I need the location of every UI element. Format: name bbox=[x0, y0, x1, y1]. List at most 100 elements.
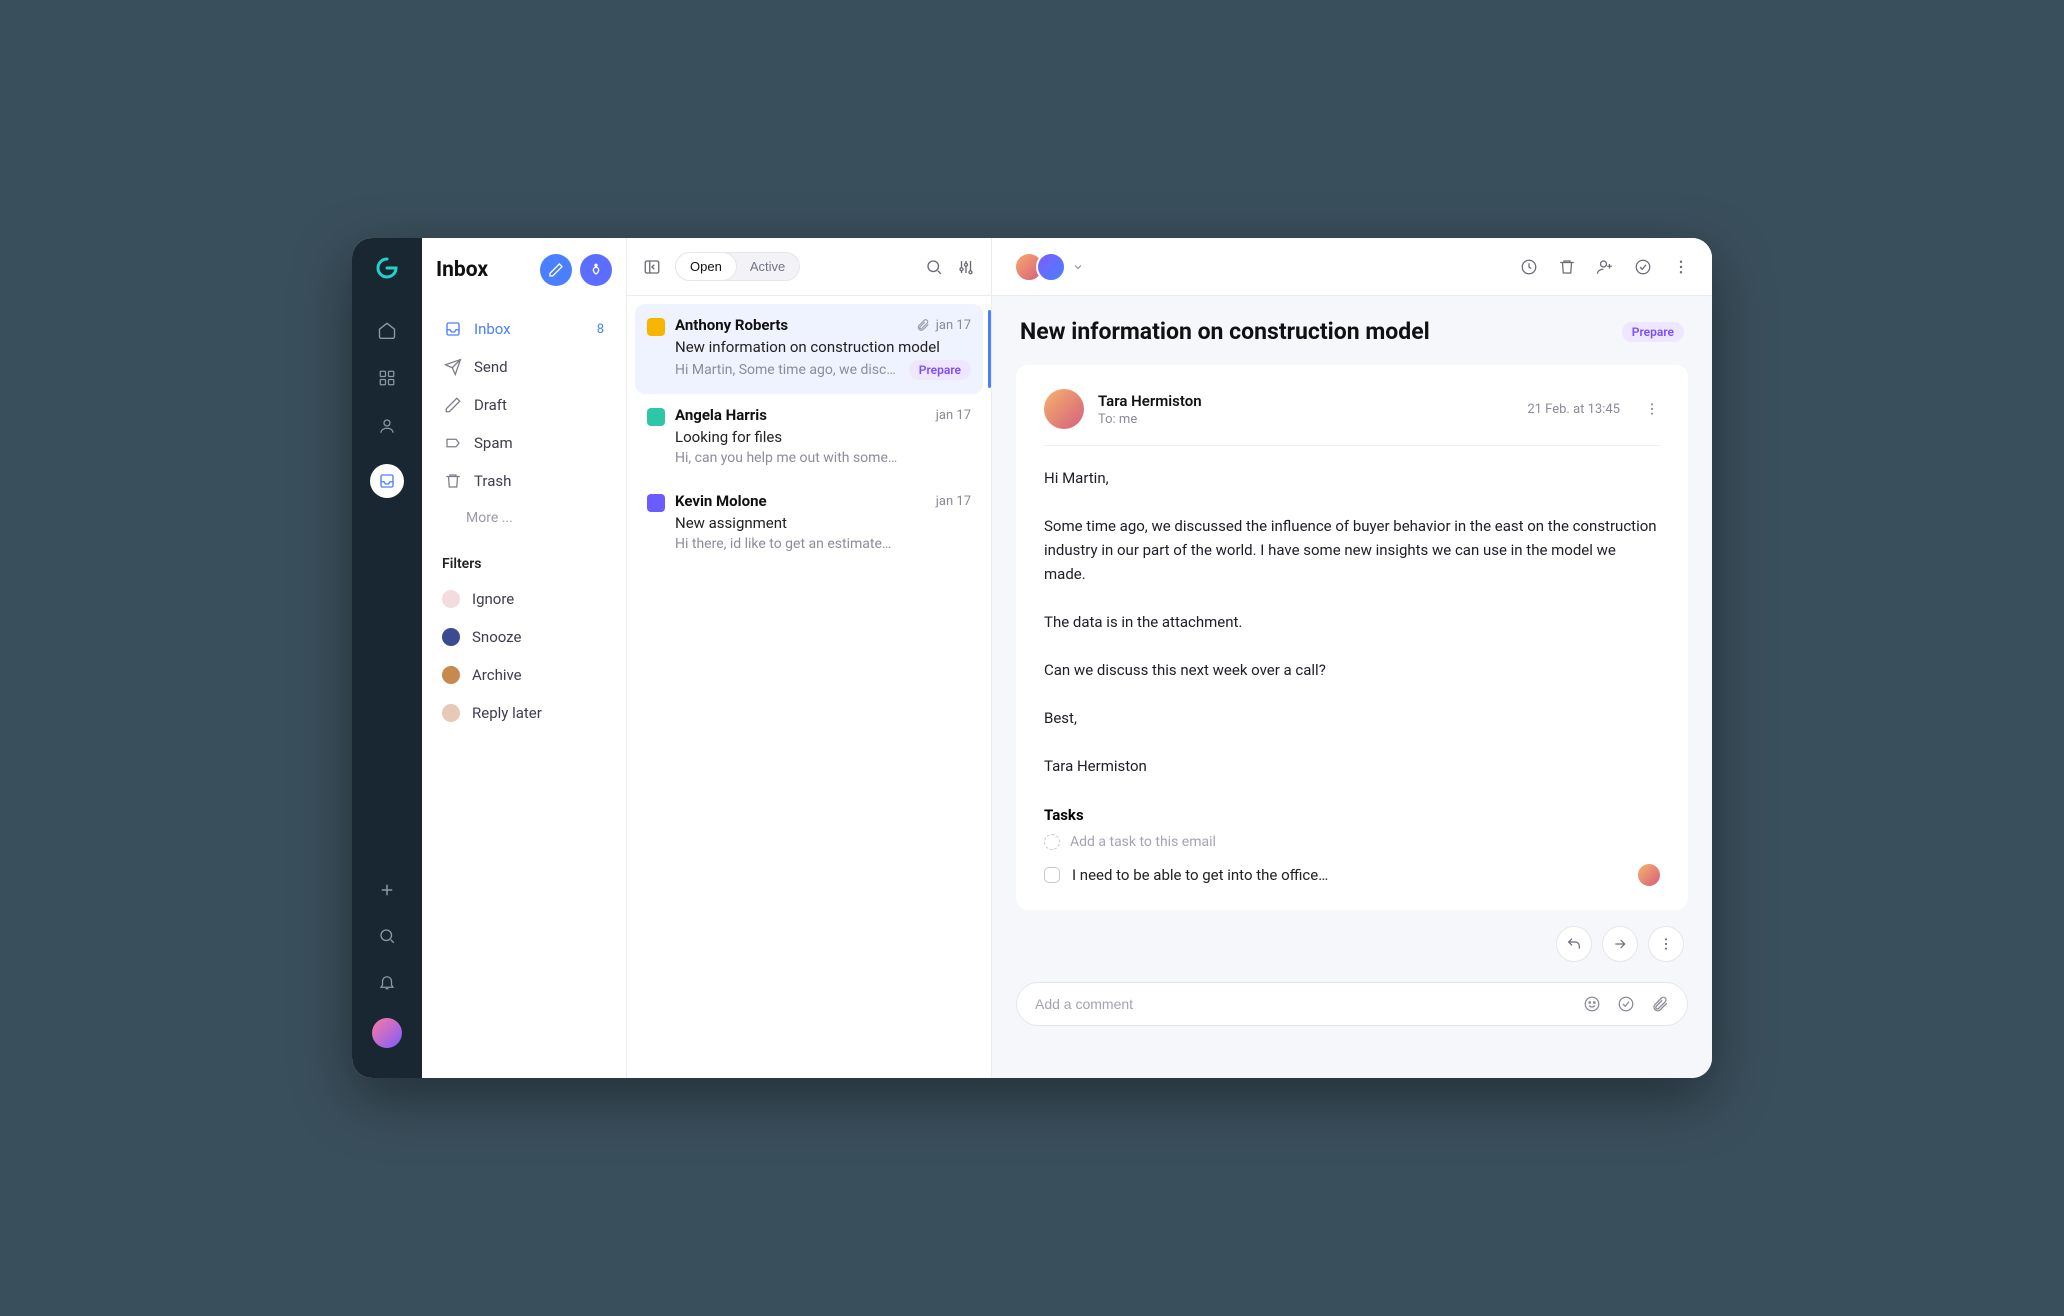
sidebar: Inbox Inbox 8 Send Draft bbox=[422, 238, 627, 1078]
inbox-icon[interactable] bbox=[370, 464, 404, 498]
add-person-icon[interactable] bbox=[1596, 258, 1614, 276]
seg-active[interactable]: Active bbox=[736, 253, 799, 280]
mark-done-icon[interactable] bbox=[1634, 258, 1652, 276]
list-search-icon[interactable] bbox=[925, 258, 943, 276]
nav-label: Send bbox=[474, 358, 508, 376]
conversation-list-column: Open Active Anthony Roberts jan 17 bbox=[627, 238, 992, 1078]
filter-label: Archive bbox=[472, 666, 522, 684]
trash-icon bbox=[444, 472, 462, 490]
reply-button[interactable] bbox=[1556, 926, 1592, 962]
task-label: I need to be able to get into the office… bbox=[1072, 866, 1328, 884]
conversation-preview: Hi there, id like to get an estimate… bbox=[675, 536, 971, 552]
nav-send[interactable]: Send bbox=[436, 350, 612, 384]
conversation-subject: New information on construction model bbox=[675, 338, 971, 356]
search-icon[interactable] bbox=[377, 926, 397, 946]
comment-bar bbox=[1016, 982, 1688, 1026]
plus-icon[interactable] bbox=[377, 880, 397, 900]
more-icon[interactable] bbox=[1672, 258, 1690, 276]
filter-label: Reply later bbox=[472, 704, 542, 722]
task-checkbox[interactable] bbox=[1044, 867, 1060, 883]
conversation-subject: Looking for files bbox=[675, 428, 971, 446]
filter-dot bbox=[442, 704, 460, 722]
delete-icon[interactable] bbox=[1558, 258, 1576, 276]
add-task-placeholder: Add a task to this email bbox=[1070, 834, 1216, 850]
add-task-icon bbox=[1044, 834, 1060, 850]
filter-snooze[interactable]: Snooze bbox=[436, 620, 612, 654]
nav-trash[interactable]: Trash bbox=[436, 464, 612, 498]
task-row[interactable]: I need to be able to get into the office… bbox=[1044, 864, 1660, 886]
nav-count: 8 bbox=[597, 322, 604, 337]
nav-draft[interactable]: Draft bbox=[436, 388, 612, 422]
list-toolbar: Open Active bbox=[627, 238, 991, 296]
chevron-down-icon bbox=[1072, 261, 1084, 273]
filter-dot bbox=[442, 628, 460, 646]
quick-action-button[interactable] bbox=[580, 254, 612, 286]
conversation-tag: Prepare bbox=[909, 360, 971, 380]
from-avatar bbox=[1044, 389, 1084, 429]
send-icon bbox=[444, 358, 462, 376]
seg-open[interactable]: Open bbox=[676, 253, 736, 280]
conversation-sender: Kevin Molone bbox=[675, 492, 930, 510]
attach-icon[interactable] bbox=[1651, 995, 1669, 1013]
filter-label: Ignore bbox=[472, 590, 514, 608]
conversation-date: jan 17 bbox=[936, 494, 971, 509]
profile-icon[interactable] bbox=[377, 416, 397, 436]
action-more-button[interactable] bbox=[1648, 926, 1684, 962]
conversation-item[interactable]: Angela Harris jan 17 Looking for files H… bbox=[635, 394, 983, 480]
nav-more[interactable]: More ... bbox=[436, 502, 612, 534]
folder-nav: Inbox 8 Send Draft Spam Trash More ... bbox=[436, 312, 612, 534]
app-logo bbox=[375, 256, 399, 280]
conversation-item[interactable]: Kevin Molone jan 17 New assignment Hi th… bbox=[635, 480, 983, 566]
email-body: Hi Martin, Some time ago, we discussed t… bbox=[1044, 446, 1660, 784]
clock-icon[interactable] bbox=[1520, 258, 1538, 276]
emoji-icon[interactable] bbox=[1583, 995, 1601, 1013]
check-icon[interactable] bbox=[1617, 995, 1635, 1013]
filter-list: Ignore Snooze Archive Reply later bbox=[436, 582, 612, 730]
filter-reply-later[interactable]: Reply later bbox=[436, 696, 612, 730]
home-icon[interactable] bbox=[377, 320, 397, 340]
apps-icon[interactable] bbox=[377, 368, 397, 388]
comment-input[interactable] bbox=[1035, 996, 1583, 1012]
compose-button[interactable] bbox=[540, 254, 572, 286]
filter-archive[interactable]: Archive bbox=[436, 658, 612, 692]
sender-avatar bbox=[647, 494, 665, 512]
user-avatar[interactable] bbox=[372, 1018, 402, 1048]
tasks-heading: Tasks bbox=[1044, 806, 1660, 824]
draft-icon bbox=[444, 396, 462, 414]
filter-ignore[interactable]: Ignore bbox=[436, 582, 612, 616]
sender-avatar bbox=[647, 408, 665, 426]
conversation-item[interactable]: Anthony Roberts jan 17 New information o… bbox=[635, 304, 983, 394]
nav-label: Draft bbox=[474, 396, 507, 414]
nav-inbox[interactable]: Inbox 8 bbox=[436, 312, 612, 346]
nav-label: Trash bbox=[474, 472, 511, 490]
filter-dot bbox=[442, 666, 460, 684]
reading-header: New information on construction model Pr… bbox=[992, 296, 1712, 355]
sidebar-title: Inbox bbox=[436, 258, 532, 282]
filter-dot bbox=[442, 590, 460, 608]
add-task-row[interactable]: Add a task to this email bbox=[1044, 834, 1660, 850]
email-date: 21 Feb. at 13:45 bbox=[1527, 402, 1620, 417]
nav-label: Spam bbox=[474, 434, 513, 452]
conversation-subject: New assignment bbox=[675, 514, 971, 532]
nav-label: Inbox bbox=[474, 320, 511, 338]
forward-button[interactable] bbox=[1602, 926, 1638, 962]
conversation-date: jan 17 bbox=[936, 318, 971, 333]
participant-avatars[interactable] bbox=[1014, 252, 1084, 282]
sender-avatar bbox=[647, 318, 665, 336]
email-more-icon[interactable] bbox=[1644, 401, 1660, 417]
filter-label: Snooze bbox=[472, 628, 521, 646]
icon-rail bbox=[352, 238, 422, 1078]
inbox-folder-icon bbox=[444, 320, 462, 338]
filter-icon[interactable] bbox=[957, 258, 975, 276]
open-active-toggle: Open Active bbox=[675, 252, 800, 281]
conversation-sender: Angela Harris bbox=[675, 406, 930, 424]
conversation-date: jan 17 bbox=[936, 408, 971, 423]
attachment-icon bbox=[916, 318, 930, 332]
task-assignee-avatar bbox=[1638, 864, 1660, 886]
collapse-icon[interactable] bbox=[643, 258, 661, 276]
bell-icon[interactable] bbox=[377, 972, 397, 992]
nav-spam[interactable]: Spam bbox=[436, 426, 612, 460]
to-line: To: me bbox=[1098, 412, 1202, 427]
spam-icon bbox=[444, 434, 462, 452]
conversation-preview: Hi, can you help me out with some… bbox=[675, 450, 971, 466]
